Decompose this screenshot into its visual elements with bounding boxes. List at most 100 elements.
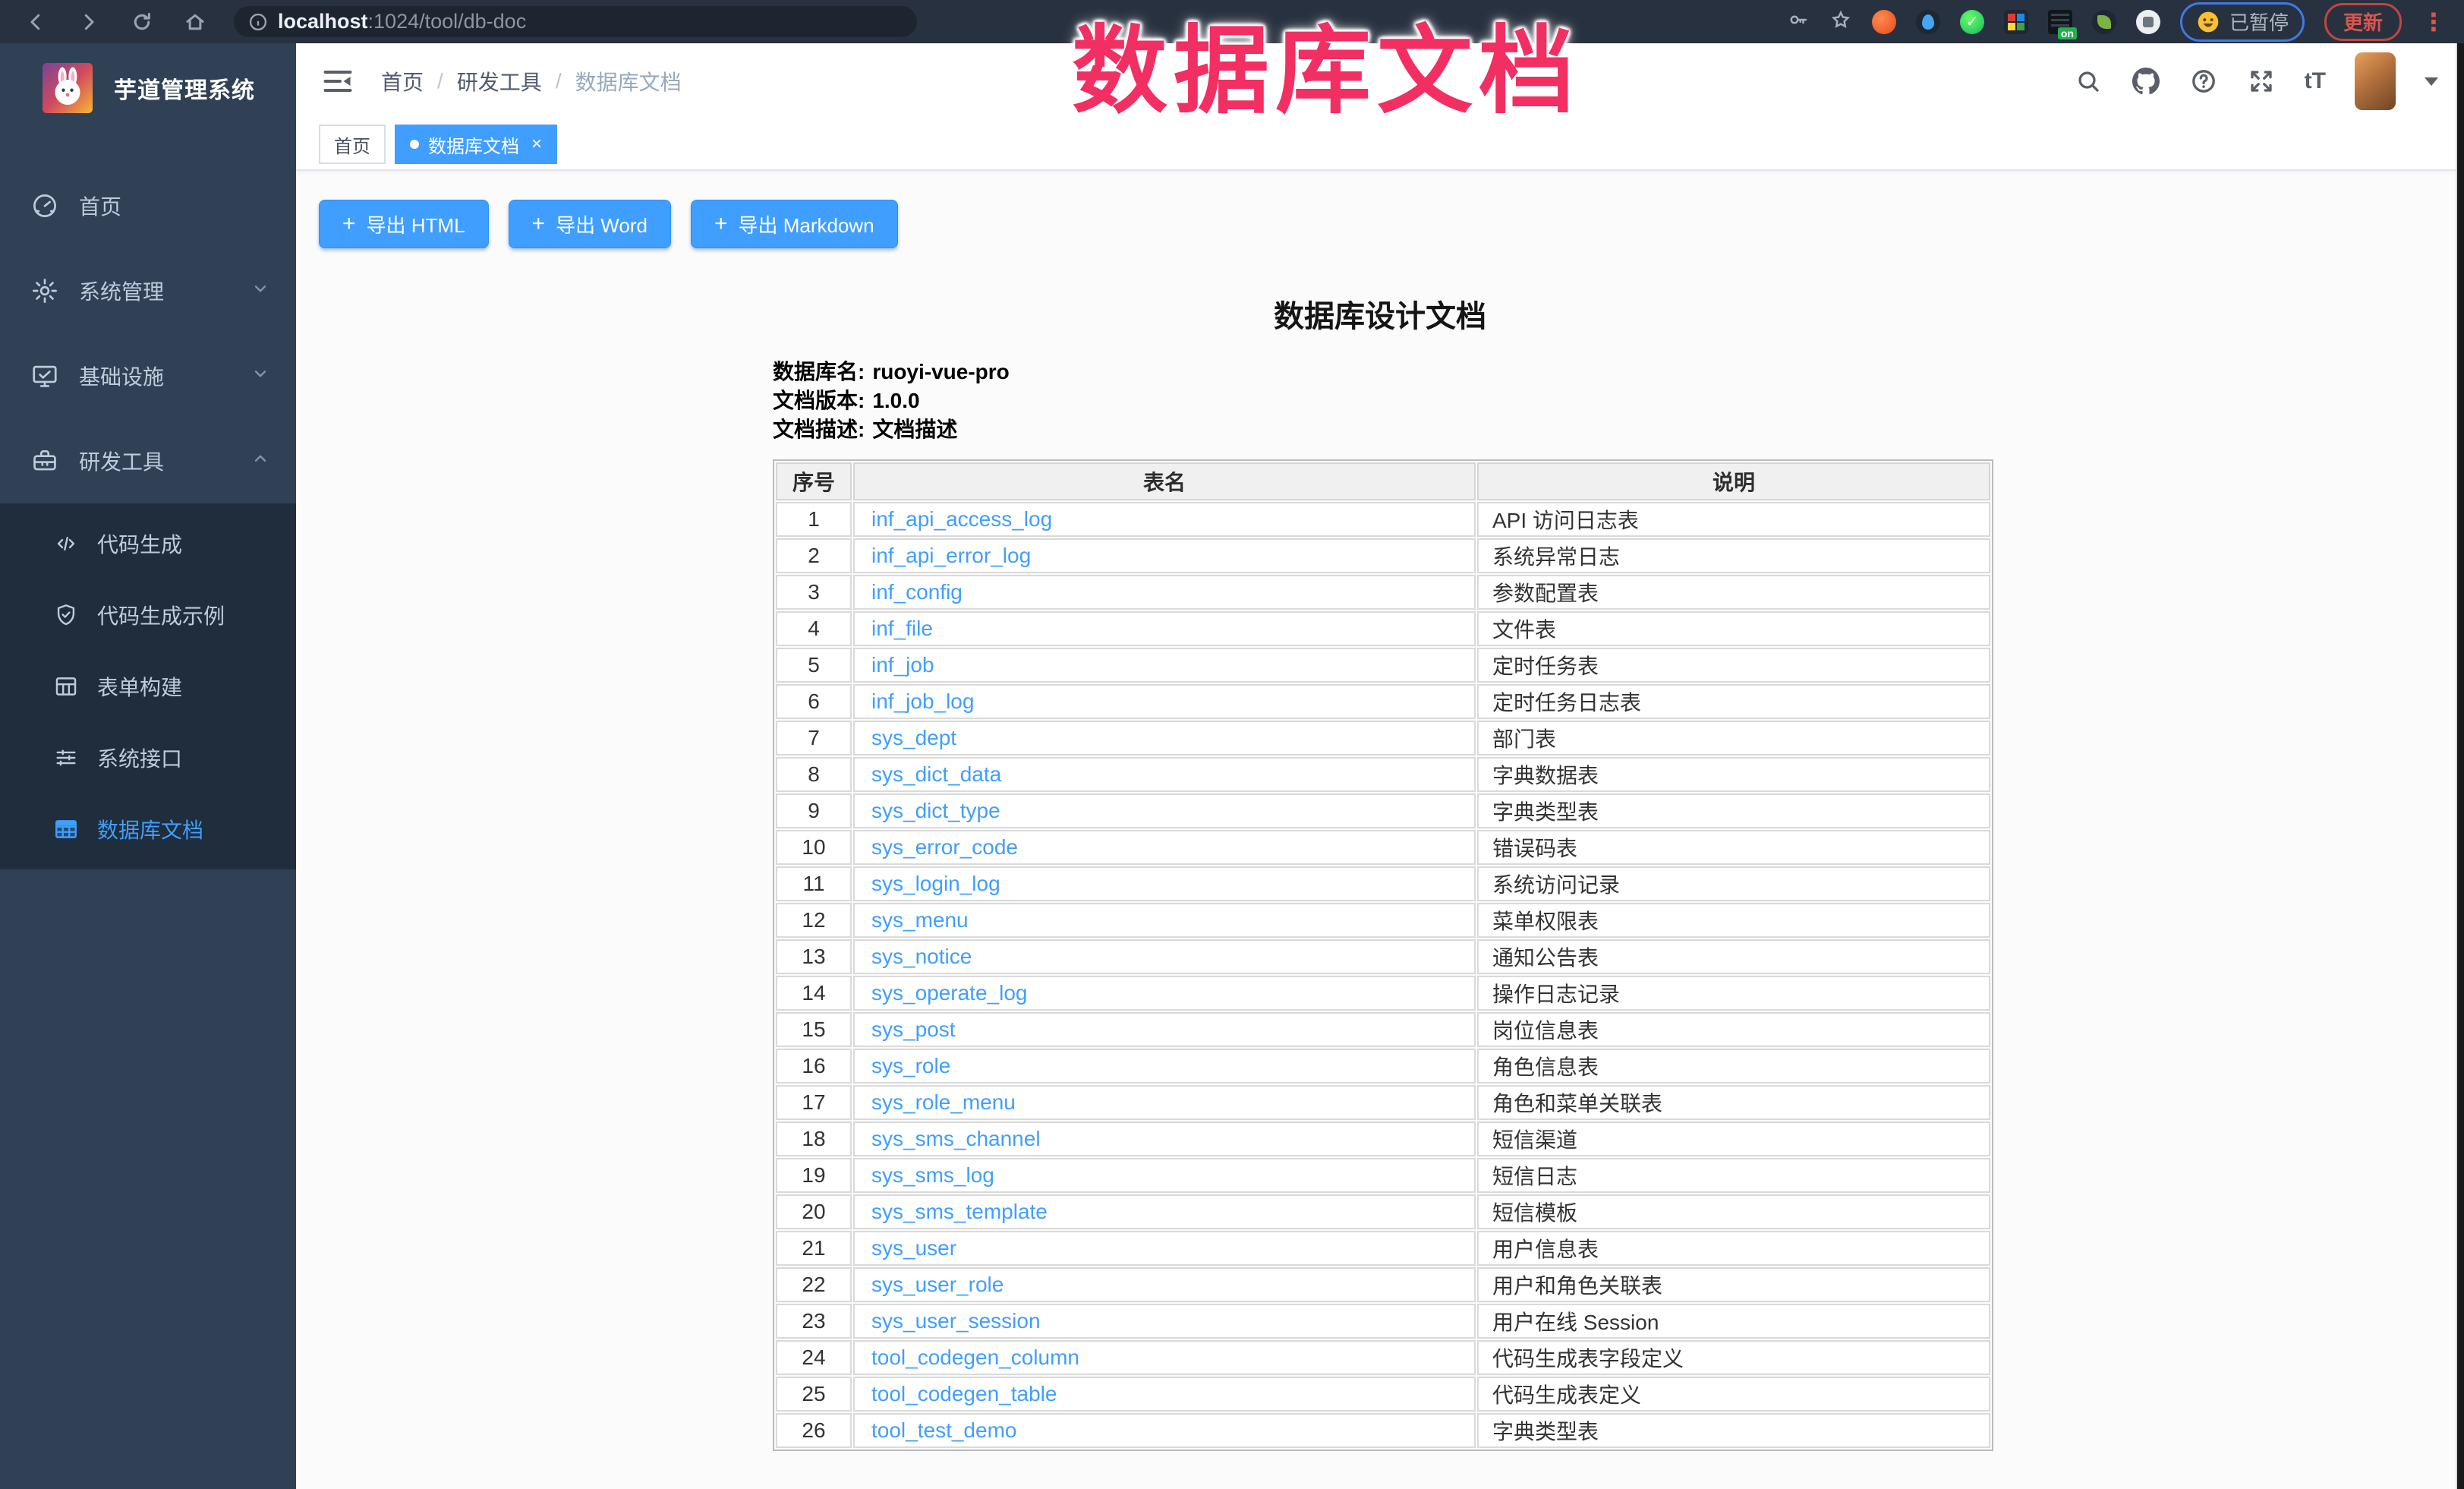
sidebar-item-label: 表单构建 bbox=[97, 671, 182, 702]
table-name-link[interactable]: sys_sms_channel bbox=[871, 1127, 1041, 1150]
export-button[interactable]: +导出 Word bbox=[509, 200, 671, 248]
forward-icon[interactable] bbox=[77, 11, 100, 33]
tag-inactive[interactable]: 首页 bbox=[319, 125, 386, 164]
extension-icon[interactable] bbox=[1872, 10, 1896, 34]
avatar[interactable] bbox=[2355, 52, 2396, 110]
extension-icon[interactable] bbox=[1916, 10, 1940, 34]
sidebar-item-db-doc[interactable]: 数据库文档 bbox=[0, 793, 296, 865]
extension-icon[interactable] bbox=[2004, 10, 2028, 34]
sidebar-item-codegen[interactable]: 代码生成 bbox=[0, 508, 296, 579]
meta-value: ruoyi-vue-pro bbox=[872, 358, 1009, 386]
address-bar[interactable]: localhost:1024/tool/db-doc bbox=[234, 6, 917, 37]
table-name-link[interactable]: sys_role bbox=[871, 1054, 950, 1077]
sidebar-item-codegen-demo[interactable]: 代码生成示例 bbox=[0, 579, 296, 651]
document-title: 数据库设计文档 bbox=[773, 289, 1987, 344]
table-name-link[interactable]: sys_dept bbox=[871, 726, 956, 749]
table-desc-cell: 用户和角色关联表 bbox=[1477, 1267, 1990, 1302]
close-icon[interactable]: × bbox=[531, 135, 542, 153]
table-name-link[interactable]: inf_job_log bbox=[871, 689, 974, 713]
smiley-icon bbox=[2196, 10, 2220, 34]
breadcrumb-item[interactable]: 研发工具 bbox=[457, 66, 542, 96]
table-name-link[interactable]: inf_config bbox=[871, 580, 963, 604]
breadcrumb-separator: / bbox=[556, 69, 562, 93]
table-name-link[interactable]: inf_api_access_log bbox=[871, 507, 1052, 531]
table-name-link[interactable]: sys_error_code bbox=[871, 835, 1018, 859]
table-desc-cell: 代码生成表字段定义 bbox=[1477, 1340, 1990, 1375]
sidebar-item-system[interactable]: 系统管理 bbox=[0, 248, 296, 333]
paused-extension-chip[interactable]: 已暂停 bbox=[2180, 2, 2305, 42]
extension-icon[interactable] bbox=[2092, 10, 2116, 34]
extension-icon[interactable]: ✓ bbox=[1960, 10, 1984, 34]
search-icon[interactable] bbox=[2074, 67, 2103, 96]
table-name-link[interactable]: sys_notice bbox=[871, 945, 972, 968]
table-name-link[interactable]: sys_menu bbox=[871, 908, 969, 932]
table-name-link[interactable]: sys_user bbox=[871, 1236, 956, 1260]
table-name-link[interactable]: sys_user_session bbox=[871, 1309, 1041, 1333]
meta-row: 文档版本:1.0.0 bbox=[773, 386, 1987, 415]
sidebar-submenu: 代码生成代码生成示例表单构建系统接口数据库文档 bbox=[0, 503, 296, 869]
info-icon[interactable] bbox=[247, 11, 269, 33]
table-name-link[interactable]: inf_api_error_log bbox=[871, 544, 1031, 567]
plus-icon: + bbox=[714, 213, 728, 235]
app: 芋道管理系统 首页系统管理基础设施研发工具代码生成代码生成示例表单构建系统接口数… bbox=[0, 43, 2464, 1489]
sidebar-item-label: 系统接口 bbox=[97, 743, 182, 773]
table-desc-cell: 用户信息表 bbox=[1477, 1231, 1990, 1266]
github-icon[interactable] bbox=[2132, 67, 2160, 96]
sidebar-item-infra[interactable]: 基础设施 bbox=[0, 333, 296, 418]
breadcrumb-item[interactable]: 首页 bbox=[381, 66, 424, 96]
sidebar-item-devtool[interactable]: 研发工具 bbox=[0, 418, 296, 503]
key-icon[interactable] bbox=[1787, 8, 1810, 35]
table-name-link[interactable]: sys_dict_data bbox=[871, 762, 1001, 786]
sidebar-item-label: 代码生成 bbox=[97, 528, 182, 559]
sidebar-item-system-api[interactable]: 系统接口 bbox=[0, 722, 296, 793]
table-name-link[interactable]: sys_dict_type bbox=[871, 799, 1000, 822]
extension-icon[interactable]: on bbox=[2048, 10, 2072, 34]
meta-value: 文档描述 bbox=[872, 415, 957, 444]
fullscreen-icon[interactable] bbox=[2247, 67, 2276, 96]
export-button[interactable]: + 导出 Markdown bbox=[691, 200, 898, 248]
home-icon[interactable] bbox=[184, 11, 206, 33]
table-name-link[interactable]: tool_codegen_column bbox=[871, 1345, 1079, 1369]
table-name-link[interactable]: sys_post bbox=[871, 1017, 956, 1041]
row-index: 23 bbox=[776, 1304, 852, 1339]
table-name-link[interactable]: tool_codegen_table bbox=[871, 1382, 1057, 1405]
extension-puzzle-icon[interactable] bbox=[2136, 10, 2160, 34]
sidebar-item-label: 代码生成示例 bbox=[97, 600, 225, 630]
sidebar-item-form-builder[interactable]: 表单构建 bbox=[0, 651, 296, 722]
table-name-link[interactable]: sys_role_menu bbox=[871, 1090, 1016, 1114]
table-desc-cell: 短信日志 bbox=[1477, 1158, 1990, 1193]
export-button-label: 导出 Markdown bbox=[738, 210, 874, 238]
row-index: 4 bbox=[776, 611, 852, 646]
table-name-link[interactable]: sys_sms_log bbox=[871, 1163, 994, 1187]
chevron-down-icon[interactable] bbox=[2425, 77, 2438, 86]
refresh-icon[interactable] bbox=[131, 11, 153, 33]
sidebar-item-home[interactable]: 首页 bbox=[0, 163, 296, 248]
dashboard-icon bbox=[30, 191, 59, 220]
table-name-link[interactable]: inf_file bbox=[871, 617, 933, 640]
row-index: 7 bbox=[776, 721, 852, 756]
table-name-link[interactable]: sys_login_log bbox=[871, 872, 1000, 895]
row-index: 11 bbox=[776, 866, 852, 901]
star-icon[interactable] bbox=[1829, 8, 1852, 35]
row-index: 13 bbox=[776, 939, 852, 974]
browser-menu-icon[interactable]: ⋮ bbox=[2421, 10, 2446, 34]
table-row: 5inf_job定时任务表 bbox=[776, 648, 1990, 683]
table-name-cell: inf_job_log bbox=[853, 684, 1476, 719]
table-name-link[interactable]: sys_user_role bbox=[871, 1273, 1004, 1296]
help-icon[interactable] bbox=[2189, 67, 2218, 96]
update-button[interactable]: 更新 bbox=[2324, 3, 2402, 41]
export-button[interactable]: +导出 HTML bbox=[319, 200, 489, 248]
table-name-link[interactable]: inf_job bbox=[871, 653, 934, 677]
table-row: 13sys_notice通知公告表 bbox=[776, 939, 1990, 974]
row-index: 9 bbox=[776, 793, 852, 828]
table-name-link[interactable]: tool_test_demo bbox=[871, 1418, 1016, 1442]
table-name-link[interactable]: sys_operate_log bbox=[871, 981, 1027, 1005]
tag-active[interactable]: 数据库文档× bbox=[395, 125, 557, 164]
app-logo-row[interactable]: 芋道管理系统 bbox=[0, 43, 296, 133]
back-icon[interactable] bbox=[24, 11, 47, 33]
table-desc-cell: 定时任务日志表 bbox=[1477, 684, 1990, 719]
table-name-cell: tool_test_demo bbox=[853, 1413, 1476, 1448]
sidebar-collapse-icon[interactable] bbox=[322, 65, 354, 97]
table-name-link[interactable]: sys_sms_template bbox=[871, 1200, 1048, 1223]
font-size-icon[interactable]: tT bbox=[2305, 68, 2326, 94]
